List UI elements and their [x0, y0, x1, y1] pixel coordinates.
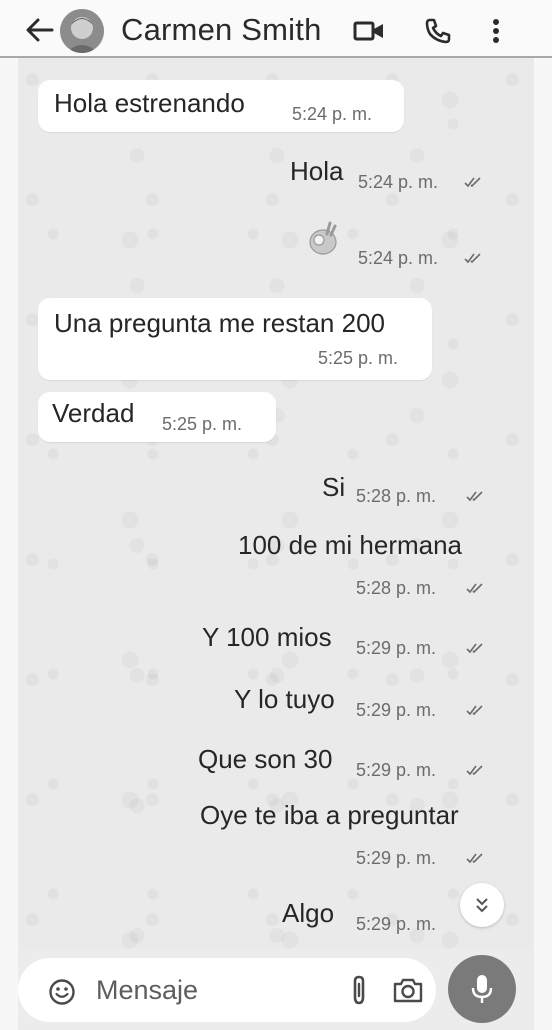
back-button[interactable] — [22, 14, 56, 46]
message-time: 5:24 p. m. — [292, 104, 373, 124]
double-chevron-down-icon — [476, 898, 488, 913]
message-outgoing[interactable]: 100 de mi hermana 5:28 p. m. — [224, 524, 510, 606]
message-time: 5:29 p. m. — [356, 760, 437, 780]
more-options-button[interactable] — [484, 14, 508, 48]
message-text: 100 de mi hermana — [238, 530, 463, 560]
double-check-icon — [466, 583, 483, 594]
double-check-icon — [466, 853, 483, 864]
message-time: 5:28 p. m. — [356, 578, 437, 598]
message-composer — [18, 958, 436, 1022]
chat-screen: Carmen Smith Hola estrenando 5:24 p. m. … — [0, 0, 552, 1030]
message-input[interactable] — [96, 968, 326, 1012]
paperclip-icon[interactable] — [348, 974, 370, 1006]
message-incoming[interactable]: Verdad 5:25 p. m. — [38, 392, 276, 442]
message-outgoing[interactable]: Hola 5:24 p. m. — [280, 150, 510, 198]
message-text: Si — [322, 472, 346, 502]
left-margin — [0, 58, 18, 1030]
message-text: Que son 30 — [198, 744, 333, 774]
voice-call-button[interactable] — [420, 14, 456, 48]
message-outgoing[interactable]: Algo 5:29 p. m. — [274, 894, 474, 940]
double-check-icon — [466, 643, 483, 654]
message-time: 5:29 p. m. — [356, 848, 437, 868]
chat-header: Carmen Smith — [0, 0, 552, 58]
message-text: Y 100 mios — [202, 622, 332, 652]
right-margin — [534, 58, 552, 1030]
phone-icon — [425, 18, 451, 44]
message-outgoing[interactable]: Y lo tuyo 5:29 p. m. — [226, 680, 510, 726]
message-text: Hola — [290, 156, 344, 186]
camera-icon[interactable] — [392, 976, 424, 1004]
double-check-icon — [466, 705, 483, 716]
double-check-icon — [464, 177, 481, 188]
scroll-to-bottom-button[interactable] — [460, 883, 504, 927]
double-check-icon — [466, 491, 483, 502]
message-time: 5:24 p. m. — [358, 172, 439, 192]
more-vert-icon — [493, 19, 499, 43]
message-time: 5:29 p. m. — [356, 914, 437, 934]
message-outgoing-emoji[interactable]: 5:24 p. m. — [304, 220, 510, 278]
message-text: Oye te iba a preguntar — [200, 800, 459, 830]
message-time: 5:29 p. m. — [356, 638, 437, 658]
message-outgoing[interactable]: Oye te iba a preguntar 5:29 p. m. — [196, 794, 510, 878]
message-text: Algo — [282, 898, 335, 928]
double-check-icon — [464, 253, 481, 264]
message-time: 5:24 p. m. — [358, 248, 439, 268]
avatar-photo — [60, 9, 104, 53]
message-text: Verdad — [52, 398, 135, 428]
message-outgoing[interactable]: Si 5:28 p. m. — [312, 468, 510, 514]
contact-name[interactable]: Carmen Smith — [121, 12, 322, 48]
message-text: Una pregunta me restan 200 — [54, 308, 385, 338]
message-outgoing[interactable]: Y 100 mios 5:29 p. m. — [198, 618, 510, 664]
message-incoming[interactable]: Una pregunta me restan 200 5:25 p. m. — [38, 298, 432, 380]
message-outgoing[interactable]: Que son 30 5:29 p. m. — [194, 740, 510, 786]
video-call-icon — [353, 21, 383, 41]
message-incoming[interactable]: Hola estrenando 5:24 p. m. — [38, 80, 404, 132]
message-time: 5:28 p. m. — [356, 486, 437, 506]
voice-message-button[interactable] — [448, 955, 516, 1023]
contact-avatar[interactable] — [60, 9, 104, 53]
message-time: 5:29 p. m. — [356, 700, 437, 720]
double-check-icon — [466, 765, 483, 776]
message-text: Y lo tuyo — [234, 684, 335, 714]
arrow-left-icon — [26, 18, 54, 42]
smiley-icon[interactable] — [48, 978, 76, 1006]
message-time: 5:25 p. m. — [162, 414, 243, 434]
message-list[interactable]: Hola estrenando 5:24 p. m. Hola 5:24 p. … — [18, 58, 534, 950]
message-text: Hola estrenando — [54, 88, 245, 118]
ok-hand-emoji-icon — [309, 221, 337, 255]
mic-icon — [471, 975, 493, 1003]
video-call-button[interactable] — [350, 14, 388, 48]
message-time: 5:25 p. m. — [318, 348, 399, 368]
